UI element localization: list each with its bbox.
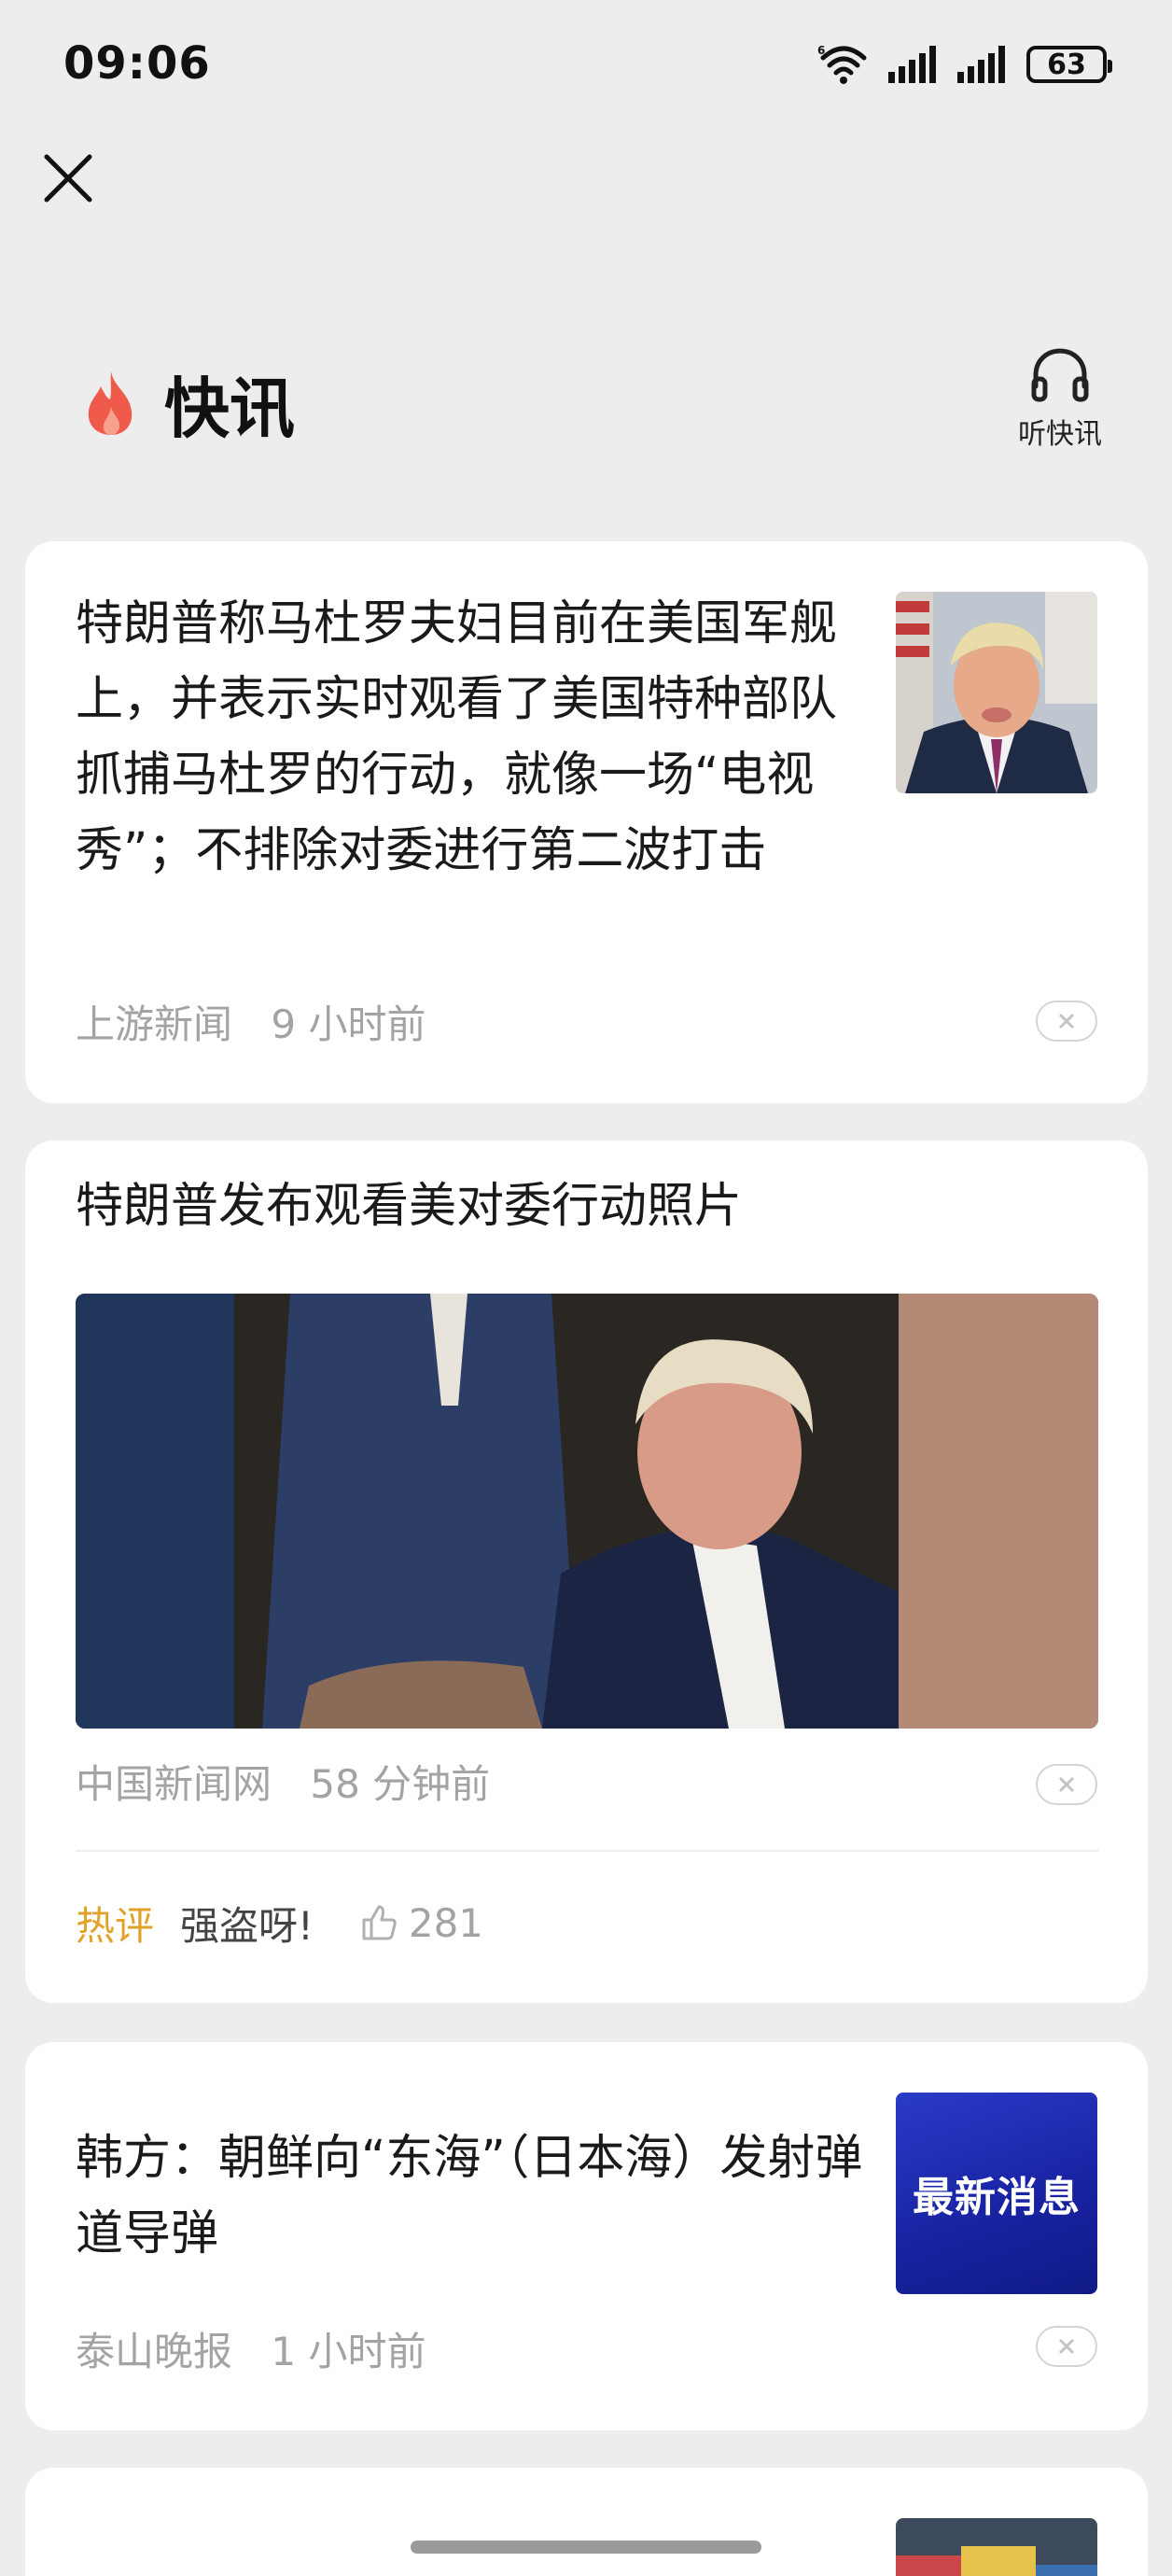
news-time: 58 分钟前 (310, 1761, 491, 1807)
divider (76, 1850, 1098, 1852)
hot-comment-tag: 热评 (76, 1902, 155, 1949)
news-card[interactable]: 韩方：朝鲜向“东海”（日本海）发射弹道导弹 最新消息 泰山晚报 1 小时前 (25, 2042, 1148, 2430)
headphones-icon (1031, 348, 1089, 402)
battery-icon: 63 (1026, 46, 1112, 83)
status-icons: 6 63 (817, 41, 1112, 88)
home-indicator[interactable] (411, 2541, 761, 2554)
dismiss-button[interactable] (1036, 2326, 1097, 2367)
signal-icon-1 (888, 46, 936, 83)
news-source: 中国新闻网 (76, 1761, 272, 1807)
news-thumbnail[interactable]: 最新消息 (896, 2093, 1097, 2294)
news-source: 泰山晚报 (76, 2329, 233, 2374)
news-meta: 泰山晚报 1 小时前 (76, 2320, 452, 2377)
hot-comment-text: 强盗呀! (180, 1902, 314, 1949)
news-headline[interactable]: 特朗普发布观看美对委行动照片 (76, 1169, 1102, 1244)
news-card[interactable] (25, 2468, 1148, 2576)
signal-icon-2 (957, 46, 1005, 83)
close-button[interactable] (37, 147, 99, 209)
news-headline[interactable]: 韩方：朝鲜向“东海”（日本海）发射弹道导弹 (76, 2121, 878, 2272)
dismiss-button[interactable] (1036, 1001, 1097, 1042)
fire-icon (88, 371, 133, 435)
close-icon (1058, 1776, 1075, 1793)
like-count: 281 (408, 1899, 484, 1946)
status-bar: 09:06 6 63 (0, 0, 1172, 121)
listen-news-button[interactable]: 听快讯 (1004, 345, 1116, 457)
news-card[interactable]: 特朗普称马杜罗夫妇目前在美国军舰上，并表示实时观看了美国特种部队抓捕马杜罗的行动… (25, 541, 1148, 1103)
breaking-news-badge: 最新消息 (896, 2093, 1097, 2294)
news-thumbnail[interactable] (896, 2518, 1097, 2576)
page-title: 快讯 (164, 371, 295, 447)
dismiss-button[interactable] (1036, 1764, 1097, 1805)
status-time: 09:06 (63, 37, 211, 90)
thumbs-up-icon[interactable] (360, 1903, 399, 1942)
news-thumbnail[interactable] (896, 592, 1097, 793)
screen: 09:06 6 63 快讯 听快讯 特朗普称马杜罗夫妇目前在美国军舰上，并表示实… (0, 0, 1172, 2576)
wifi-icon: 6 (817, 44, 867, 84)
portrait-photo (896, 592, 1097, 793)
scene-photo (76, 1294, 1098, 1729)
battery-level: 63 (1047, 48, 1086, 81)
page-header: 快讯 听快讯 (0, 336, 1172, 467)
listen-label: 听快讯 (1018, 418, 1102, 451)
news-source: 上游新闻 (76, 1001, 233, 1047)
news-time: 9 小时前 (271, 1001, 426, 1047)
close-icon (1058, 1013, 1075, 1029)
close-icon (1058, 2338, 1075, 2355)
close-icon (44, 154, 92, 203)
news-headline[interactable]: 特朗普称马杜罗夫妇目前在美国军舰上，并表示实时观看了美国特种部队抓捕马杜罗的行动… (76, 586, 859, 889)
news-time: 1 小时前 (271, 2329, 426, 2374)
thumbnail-image (896, 2518, 1097, 2576)
news-meta: 上游新闻 9 小时前 (76, 993, 452, 1050)
news-meta: 中国新闻网 58 分钟前 (76, 1753, 516, 1810)
news-card[interactable]: 特朗普发布观看美对委行动照片 中国新闻网 58 分钟前 热评 强盗呀! 281 (25, 1141, 1148, 2003)
hot-comment-row[interactable]: 热评 强盗呀! 281 (76, 1895, 483, 1951)
news-photo[interactable] (76, 1294, 1098, 1729)
svg-text:6: 6 (817, 44, 825, 57)
